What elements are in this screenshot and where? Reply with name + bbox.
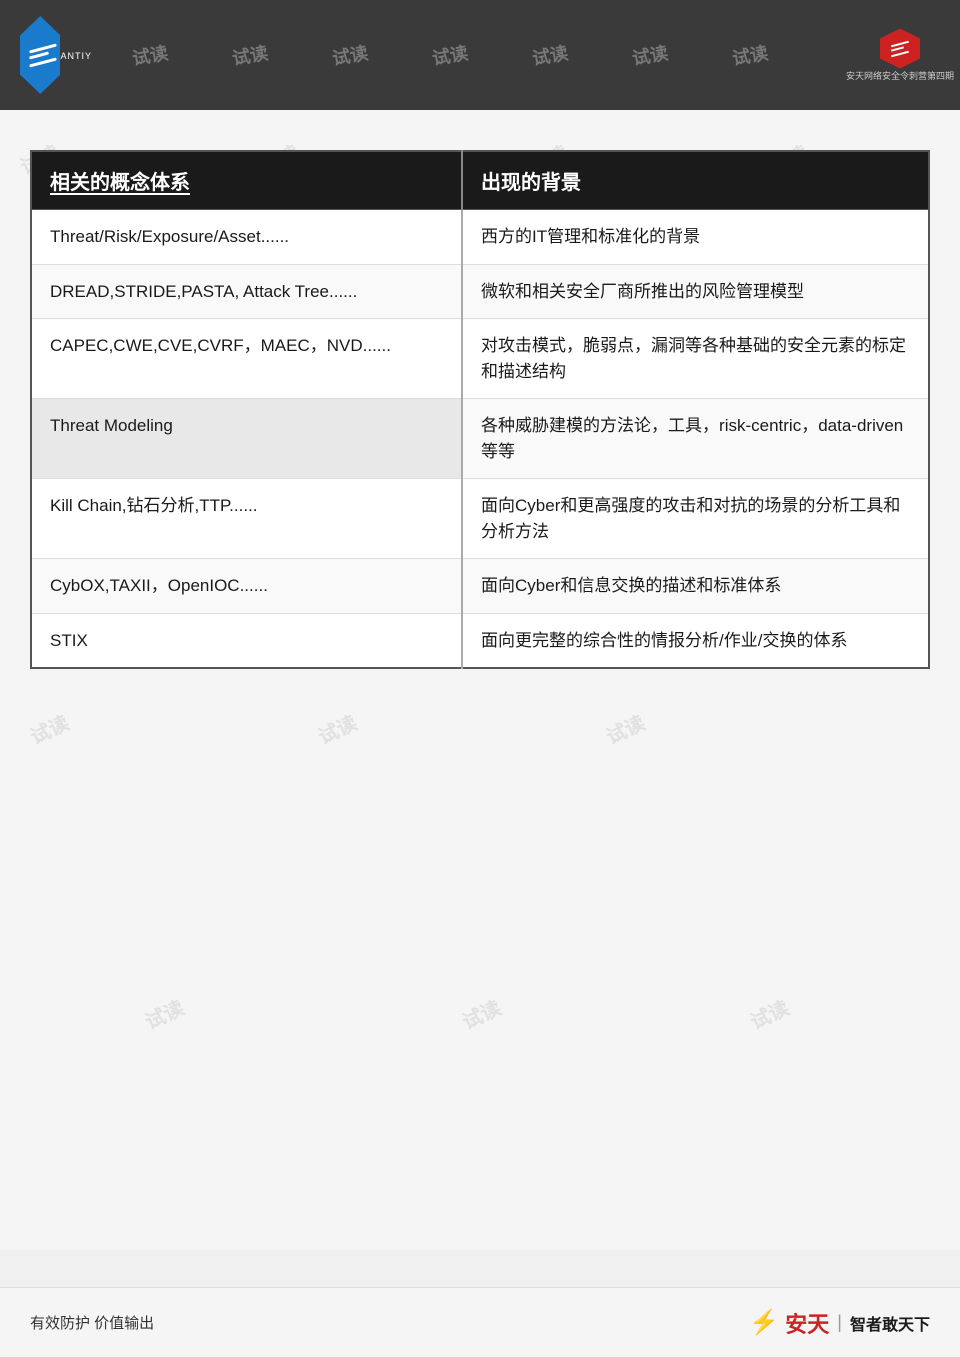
header-watermarks: 试读 试读 试读 试读 试读 试读 试读 <box>100 0 800 110</box>
header-logo: ANTIY <box>20 15 100 95</box>
header-wm-7: 试读 <box>730 39 770 71</box>
footer-slogan: 智者敢天下 <box>850 1311 930 1335</box>
header-wm-3: 试读 <box>330 39 370 71</box>
header: ANTIY 试读 试读 试读 试读 试读 试读 试读 <box>0 0 960 110</box>
table-cell-col2: 面向更完整的综合性的情报分析/作业/交换的体系 <box>462 613 929 668</box>
footer-right: ⚡ 安天 | 智者敢天下 <box>749 1307 930 1339</box>
table-cell-col2: 各种威胁建模的方法论，工具，risk-centric，data-driven等等 <box>462 399 929 479</box>
table-cell-col1: DREAD,STRIDE,PASTA, Attack Tree...... <box>31 264 462 319</box>
table-header-col1: 相关的概念体系 <box>31 151 462 210</box>
table-cell-col2: 微软和相关安全厂商所推出的风险管理模型 <box>462 264 929 319</box>
footer-antiy-name: 安天 <box>785 1307 829 1339</box>
lightning-icon: ⚡ <box>749 1308 779 1337</box>
footer: 有效防护 价值输出 ⚡ 安天 | 智者敢天下 <box>0 1287 960 1357</box>
header-right-logo: 安天网络安全令刺营第四期 <box>860 28 940 83</box>
table-row: CybOX,TAXII，OpenIOC......面向Cyber和信息交换的描述… <box>31 559 929 614</box>
table-cell-col2: 对攻击模式，脆弱点，漏洞等各种基础的安全元素的标定和描述结构 <box>462 319 929 399</box>
main-wm-11: 试读 <box>140 992 189 1035</box>
main-wm-8: 试读 <box>25 707 74 750</box>
table-cell-col1: Threat Modeling <box>31 399 462 479</box>
main-content: 试读 试读 试读 试读 试读 试读 试读 试读 试读 试读 试读 试读 试读 相… <box>0 110 960 1250</box>
table-body: Threat/Risk/Exposure/Asset......西方的IT管理和… <box>31 210 929 669</box>
table-header-row: 相关的概念体系 出现的背景 <box>31 151 929 210</box>
table-cell-col1: Threat/Risk/Exposure/Asset...... <box>31 210 462 265</box>
main-wm-12: 试读 <box>457 992 506 1035</box>
table-cell-col1: CAPEC,CWE,CVE,CVRF，MAEC，NVD...... <box>31 319 462 399</box>
table-row: Threat/Risk/Exposure/Asset......西方的IT管理和… <box>31 210 929 265</box>
header-wm-5: 试读 <box>530 39 570 71</box>
main-table: 相关的概念体系 出现的背景 Threat/Risk/Exposure/Asset… <box>30 150 930 669</box>
header-wm-6: 试读 <box>630 39 670 71</box>
table-header-col2: 出现的背景 <box>462 151 929 210</box>
table-cell-col1: CybOX,TAXII，OpenIOC...... <box>31 559 462 614</box>
table-cell-col2: 面向Cyber和信息交换的描述和标准体系 <box>462 559 929 614</box>
header-wm-4: 试读 <box>430 39 470 71</box>
header-wm-2: 试读 <box>230 39 270 71</box>
main-wm-10: 试读 <box>601 707 650 750</box>
table-row: Threat Modeling各种威胁建模的方法论，工具，risk-centri… <box>31 399 929 479</box>
main-wm-13: 试读 <box>745 992 794 1035</box>
table-row: Kill Chain,钻石分析,TTP......面向Cyber和更高强度的攻击… <box>31 479 929 559</box>
table-row: STIX面向更完整的综合性的情报分析/作业/交换的体系 <box>31 613 929 668</box>
table-wrapper: 相关的概念体系 出现的背景 Threat/Risk/Exposure/Asset… <box>30 150 930 669</box>
table-cell-col1: Kill Chain,钻石分析,TTP...... <box>31 479 462 559</box>
table-row: DREAD,STRIDE,PASTA, Attack Tree......微软和… <box>31 264 929 319</box>
main-wm-9: 试读 <box>313 707 362 750</box>
table-cell-col2: 面向Cyber和更高强度的攻击和对抗的场景的分析工具和分析方法 <box>462 479 929 559</box>
header-subtitle: 安天网络安全令刺营第四期 <box>846 69 954 82</box>
header-wm-1: 试读 <box>130 39 170 71</box>
header-right: 安天网络安全令刺营第四期 <box>860 28 940 83</box>
table-cell-col2: 西方的IT管理和标准化的背景 <box>462 210 929 265</box>
table-cell-col1: STIX <box>31 613 462 668</box>
antiy-label: ANTIY <box>60 51 92 61</box>
footer-tagline: 有效防护 价值输出 <box>30 1312 154 1333</box>
table-row: CAPEC,CWE,CVE,CVRF，MAEC，NVD......对攻击模式，脆… <box>31 319 929 399</box>
